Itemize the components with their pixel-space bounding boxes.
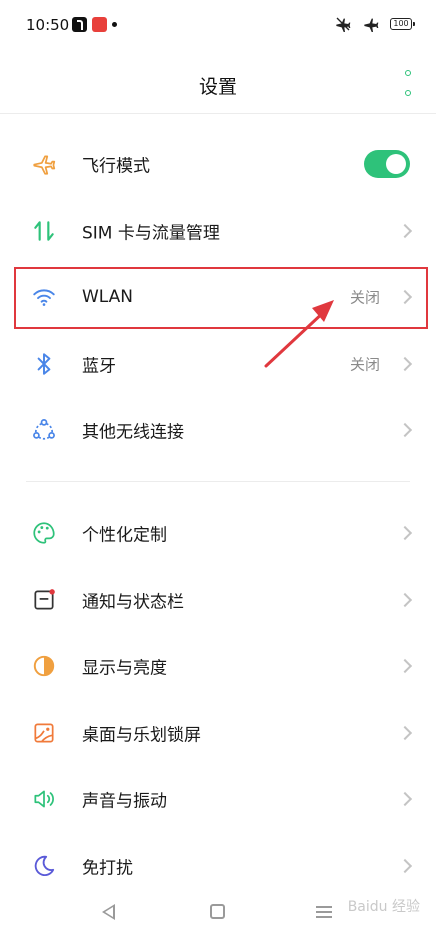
header: 设置 (0, 52, 436, 114)
chevron-right-icon (397, 592, 413, 607)
nav-back-icon[interactable] (102, 904, 115, 920)
settings-row-label: 显示与亮度 (82, 658, 167, 679)
sound-icon (30, 785, 58, 813)
annotation-highlight-box (14, 267, 428, 329)
airplane-icon (30, 150, 58, 178)
chevron-right-icon (397, 659, 413, 674)
settings-row-bluetooth[interactable]: 蓝牙 关闭 (0, 331, 436, 398)
bluetooth-icon (30, 350, 58, 378)
chevron-right-icon (397, 792, 413, 807)
tiktok-icon (72, 17, 87, 32)
annotation-arrow-icon (264, 300, 334, 368)
notification-icon (30, 586, 58, 614)
chevron-right-icon (397, 858, 413, 873)
nav-recent-apps-icon[interactable] (316, 906, 332, 918)
airplane-mode-toggle[interactable] (364, 150, 410, 179)
wallpaper-icon (30, 719, 58, 747)
settings-row-personalization[interactable]: 个性化定制 (0, 500, 436, 567)
sim-data-icon (30, 217, 58, 245)
system-navigation-bar: Baidu 经验 (0, 886, 436, 937)
nav-home-icon[interactable] (210, 904, 225, 919)
chevron-right-icon (397, 423, 413, 438)
brightness-icon (30, 652, 58, 680)
settings-row-label: 桌面与乐划锁屏 (82, 725, 201, 746)
settings-row-wallpaper[interactable]: 桌面与乐划锁屏 (0, 700, 436, 767)
chevron-right-icon (397, 356, 413, 371)
moon-icon (30, 852, 58, 880)
settings-row-other-wireless[interactable]: 其他无线连接 (0, 397, 436, 464)
settings-row-label: 蓝牙 (82, 356, 116, 377)
status-right: 100 (334, 16, 415, 32)
palette-icon (30, 519, 58, 547)
airplane-crossed-icon (336, 17, 351, 32)
chevron-right-icon (397, 725, 413, 740)
status-bar: 10:50 100 (0, 0, 436, 52)
settings-row-label: 通知与状态栏 (82, 592, 184, 613)
personalization-group: 个性化定制 通知与状态栏 显示与亮度 桌面与乐划锁屏 声音与振动 免打扰 (0, 500, 436, 899)
settings-row-label: 个性化定制 (82, 525, 167, 546)
bluetooth-status-value: 关闭 (349, 355, 380, 374)
settings-row-display[interactable]: 显示与亮度 (0, 633, 436, 700)
settings-row-airplane-mode[interactable]: 飞行模式 (0, 131, 436, 198)
settings-row-notifications[interactable]: 通知与状态栏 (0, 567, 436, 634)
chevron-right-icon (397, 223, 413, 238)
chevron-right-icon (397, 526, 413, 541)
battery-icon: 100 (390, 18, 415, 30)
wireless-connection-icon (30, 416, 58, 444)
settings-row-label: 免打扰 (82, 858, 133, 879)
settings-row-label: 声音与振动 (82, 791, 167, 812)
settings-row-label: SIM 卡与流量管理 (82, 223, 220, 244)
page-title: 设置 (198, 76, 237, 98)
toutiao-icon (92, 17, 107, 32)
watermark: Baidu 经验 (347, 899, 420, 915)
settings-row-sim-data[interactable]: SIM 卡与流量管理 (0, 198, 436, 265)
more-notifications-dot-icon (112, 22, 117, 27)
settings-row-label: 其他无线连接 (82, 422, 184, 443)
section-divider (26, 481, 410, 482)
settings-row-sound[interactable]: 声音与振动 (0, 766, 436, 833)
notification-icons (72, 17, 117, 32)
more-options-icon[interactable] (402, 70, 414, 96)
airplane-mode-status-icon (364, 18, 379, 32)
settings-row-label: 飞行模式 (82, 156, 150, 177)
status-time: 10:50 (26, 16, 70, 34)
